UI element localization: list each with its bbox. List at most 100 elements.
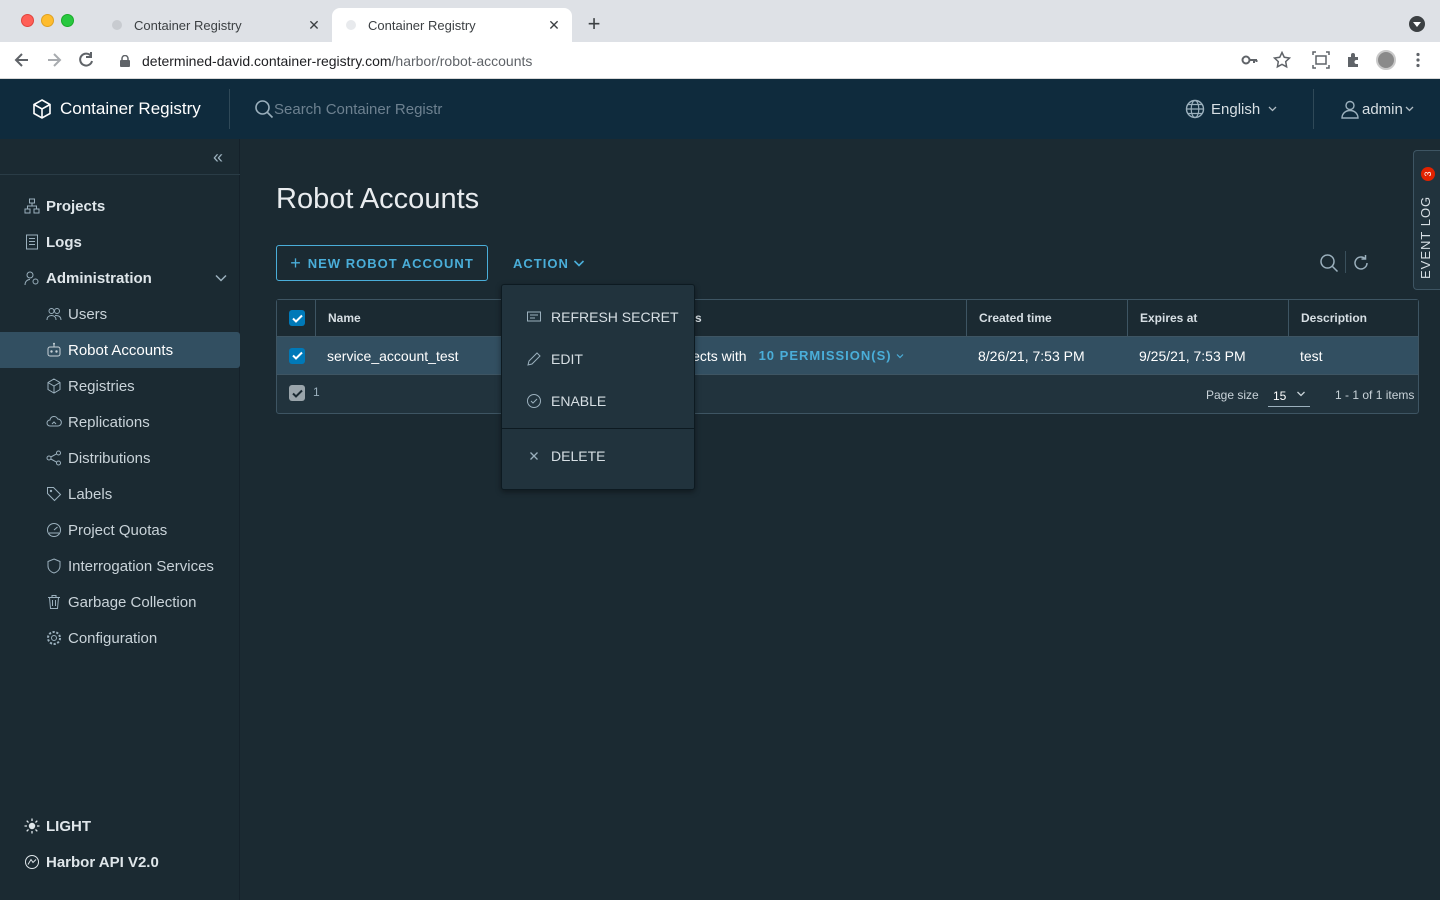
chevron-down-icon — [1405, 104, 1414, 115]
grid-toolbar-divider — [1345, 251, 1346, 273]
sidebar-item-projects[interactable]: Projects — [0, 188, 240, 224]
sidebar-item-replications[interactable]: Replications — [0, 404, 240, 440]
window-minimize-button[interactable] — [41, 14, 54, 27]
pencil-icon — [526, 351, 542, 367]
table-row[interactable]: service_account_test jects with 10 PERMI… — [277, 337, 1418, 375]
grid-search-icon[interactable] — [1319, 253, 1339, 273]
check-circle-icon — [526, 393, 542, 409]
reload-icon[interactable] — [76, 50, 96, 70]
menu-item-edit[interactable]: EDIT — [502, 339, 694, 379]
user-menu[interactable]: admin — [1340, 98, 1414, 120]
tab-close-icon[interactable]: ✕ — [546, 17, 562, 33]
page-size-select[interactable]: 15 — [1268, 385, 1310, 407]
chrome-menu-icon[interactable] — [1409, 51, 1427, 69]
menu-item-delete[interactable]: DELETE — [502, 436, 694, 476]
event-log-label: EVENT LOG — [1418, 195, 1433, 279]
event-log-tab[interactable]: 3 EVENT LOG — [1413, 150, 1440, 290]
row-permissions: jects with 10 PERMISSION(S) — [689, 337, 966, 374]
menu-divider — [502, 428, 694, 429]
url-text: determined-david.container-registry.com/… — [142, 53, 533, 69]
row-name: service_account_test — [327, 347, 459, 364]
global-search-input[interactable] — [274, 99, 574, 119]
logs-icon — [24, 234, 40, 250]
column-header-description[interactable]: Description — [1288, 300, 1418, 336]
permissions-link[interactable]: 10 PERMISSION(S) — [759, 348, 892, 363]
column-header-expires-at[interactable]: Expires at — [1127, 300, 1288, 336]
lock-icon — [120, 54, 130, 67]
menu-item-refresh-secret[interactable]: REFRESH SECRET — [502, 297, 694, 337]
sidebar-item-registries[interactable]: Registries — [0, 368, 240, 404]
chevron-down-icon — [1268, 104, 1277, 115]
favicon-icon — [344, 18, 358, 32]
back-icon[interactable] — [12, 50, 32, 70]
forward-icon[interactable] — [44, 50, 64, 70]
star-icon[interactable] — [1272, 50, 1292, 69]
shield-icon — [46, 558, 62, 574]
language-label: English — [1211, 100, 1261, 118]
sidebar-item-configuration[interactable]: Configuration — [0, 620, 240, 656]
robot-accounts-table: Name s Created time Expires at Descripti… — [276, 299, 1419, 414]
screen-capture-icon[interactable] — [1312, 51, 1330, 69]
tab-search-icon[interactable] — [1409, 16, 1425, 32]
sidebar-item-robot-accounts[interactable]: Robot Accounts — [0, 332, 240, 368]
sidebar-item-distributions[interactable]: Distributions — [0, 440, 240, 476]
address-bar[interactable]: determined-david.container-registry.com/… — [110, 45, 1300, 76]
window-close-button[interactable] — [21, 14, 34, 27]
tab-title: Container Registry — [134, 17, 242, 33]
registries-icon — [46, 378, 62, 394]
trash-icon — [46, 594, 62, 610]
items-count: 1 - 1 of 1 items — [1335, 388, 1415, 402]
column-header-created-time[interactable]: Created time — [966, 300, 1127, 336]
menu-item-enable[interactable]: ENABLE — [502, 381, 694, 421]
tab-title: Container Registry — [368, 17, 476, 33]
sidebar-item-logs[interactable]: Logs — [0, 224, 240, 260]
sidebar-item-administration[interactable]: Administration — [0, 260, 240, 296]
profile-avatar[interactable] — [1376, 50, 1396, 70]
sidebar-divider — [0, 174, 240, 175]
globe-icon — [1185, 99, 1205, 119]
chevron-down-icon — [896, 353, 904, 358]
permissions-text: jects with — [689, 347, 747, 364]
harbor-api-link[interactable]: Harbor API V2.0 — [0, 844, 240, 880]
distributions-icon — [46, 450, 62, 466]
brand-name[interactable]: Container Registry — [60, 99, 201, 119]
gear-icon — [46, 630, 62, 646]
event-log-badge: 3 — [1421, 167, 1435, 181]
select-all-checkbox[interactable] — [289, 310, 305, 326]
action-menu: REFRESH SECRET EDIT ENABLE DELETE — [501, 284, 695, 490]
sidebar-item-users[interactable]: Users — [0, 296, 240, 332]
key-icon[interactable] — [1241, 51, 1259, 69]
row-checkbox[interactable] — [289, 347, 305, 364]
new-tab-button[interactable]: + — [583, 13, 605, 35]
favicon-icon — [110, 18, 124, 32]
sidebar-item-interrogation-services[interactable]: Interrogation Services — [0, 548, 240, 584]
page-size-label: Page size — [1206, 388, 1259, 402]
window-maximize-button[interactable] — [61, 14, 74, 27]
sidebar-item-labels[interactable]: Labels — [0, 476, 240, 512]
footer-selection-checkbox[interactable] — [289, 385, 305, 401]
page-title: Robot Accounts — [276, 183, 480, 215]
chevron-down-icon — [214, 271, 228, 285]
chevron-down-icon — [1296, 388, 1306, 398]
action-dropdown-button[interactable]: ACTION — [513, 245, 585, 281]
column-header-name[interactable]: Name — [315, 300, 500, 336]
refresh-icon[interactable] — [1351, 253, 1371, 273]
language-selector[interactable]: English — [1185, 98, 1277, 120]
sidebar-item-project-quotas[interactable]: Project Quotas — [0, 512, 240, 548]
browser-tab-1[interactable]: Container Registry ✕ — [98, 8, 332, 42]
theme-toggle-light[interactable]: LIGHT — [0, 808, 240, 844]
browser-tab-2[interactable]: Container Registry ✕ — [332, 8, 572, 42]
extensions-icon[interactable] — [1345, 51, 1363, 69]
column-header-permissions[interactable]: s — [689, 300, 966, 336]
search-icon — [254, 99, 274, 119]
select-all-cell — [277, 300, 315, 336]
replications-icon — [46, 414, 62, 430]
sun-icon — [24, 818, 40, 834]
logo-icon — [31, 98, 53, 120]
collapse-sidebar-icon[interactable]: « — [213, 148, 229, 166]
row-description: test — [1300, 347, 1323, 364]
sidebar-item-garbage-collection[interactable]: Garbage Collection — [0, 584, 240, 620]
row-expires-at: 9/25/21, 7:53 PM — [1139, 347, 1246, 364]
new-robot-account-button[interactable]: + NEW ROBOT ACCOUNT — [276, 245, 488, 281]
tab-close-icon[interactable]: ✕ — [306, 17, 322, 33]
